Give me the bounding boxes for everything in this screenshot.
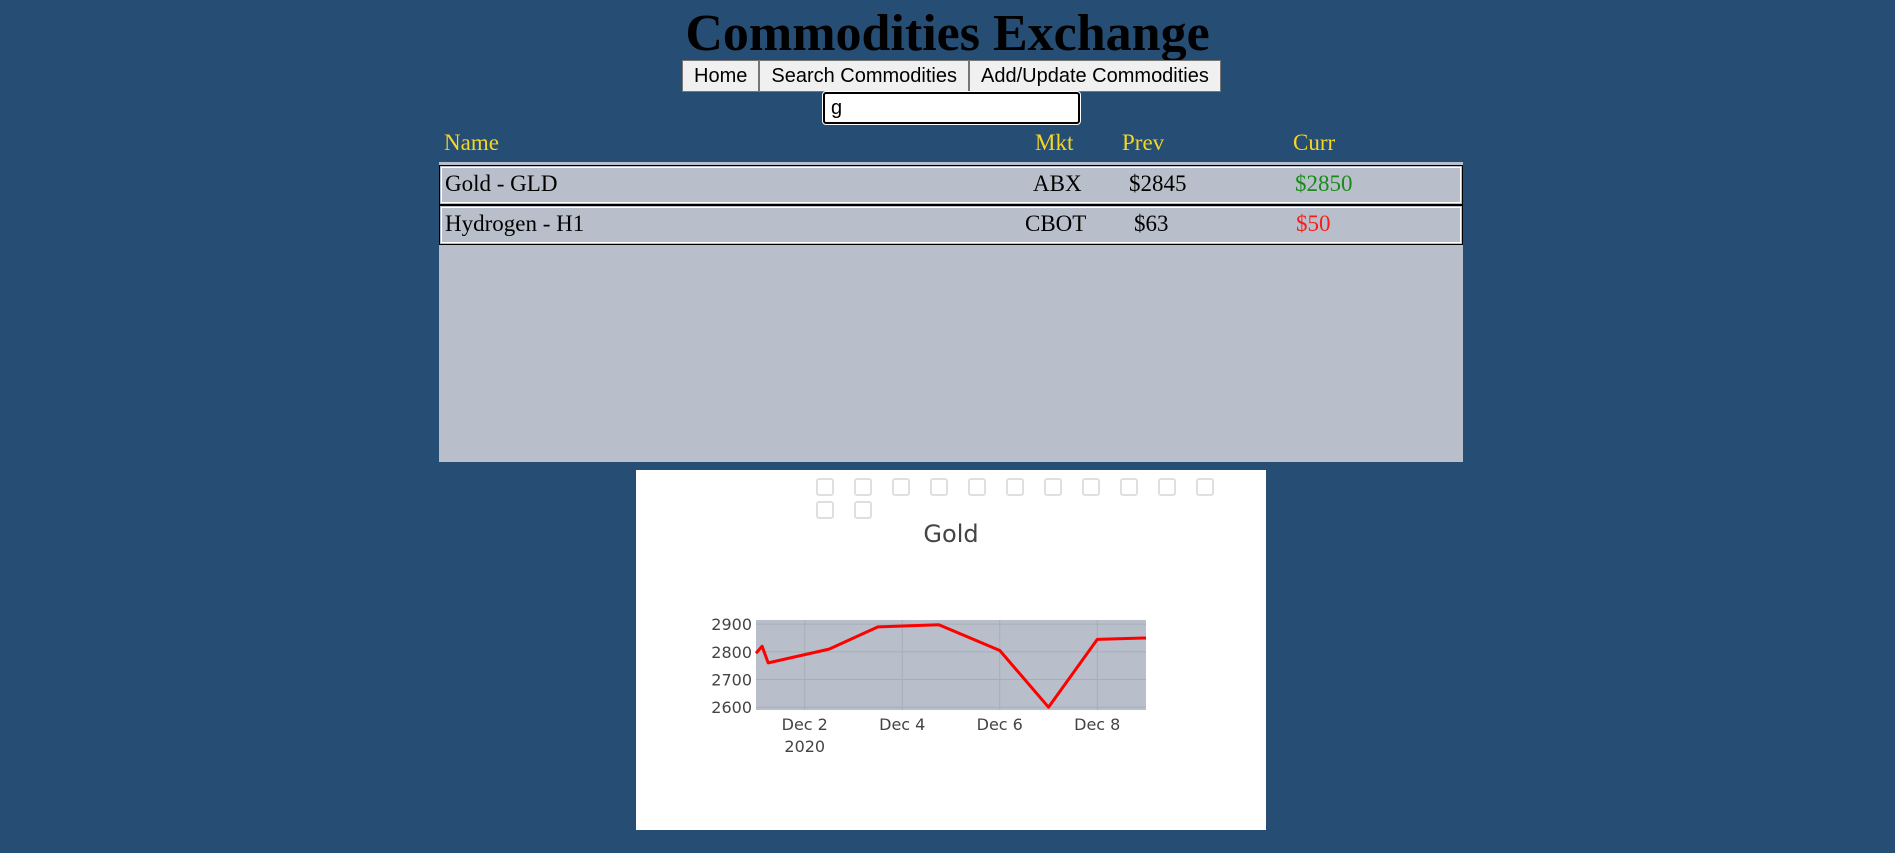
commodity-curr-price: $50 bbox=[1296, 211, 1331, 236]
commodity-name: Gold - GLD bbox=[445, 171, 558, 196]
y-tick-label: 2900 bbox=[711, 615, 752, 634]
table-row[interactable]: Hydrogen - H1 CBOT $63 $50 bbox=[439, 205, 1463, 245]
column-header-mkt: Mkt bbox=[1035, 130, 1074, 155]
table-row[interactable]: Gold - GLD ABX $2845 $2850 bbox=[439, 165, 1463, 205]
x-tick-label: Dec 2 bbox=[782, 715, 828, 734]
plot-area bbox=[756, 620, 1146, 710]
commodity-market: CBOT bbox=[1025, 211, 1087, 236]
column-header-curr: Curr bbox=[1293, 130, 1336, 155]
add-update-commodities-button[interactable]: Add/Update Commodities bbox=[968, 60, 1221, 92]
x-tick-sublabel: 2020 bbox=[784, 737, 825, 756]
search-commodities-button[interactable]: Search Commodities bbox=[759, 60, 969, 92]
y-tick-label: 2700 bbox=[711, 671, 752, 690]
y-tick-label: 2600 bbox=[711, 698, 752, 717]
commodity-name: Hydrogen - H1 bbox=[445, 211, 585, 236]
x-tick-label: Dec 8 bbox=[1074, 715, 1120, 734]
commodity-market: ABX bbox=[1033, 171, 1082, 196]
commodity-prev-price: $2845 bbox=[1129, 171, 1187, 196]
line-chart[interactable]: 2600 2700 2800 2900 Dec 2 2020 Dec 4 Dec 6 Dec 8 bbox=[636, 470, 1266, 830]
commodity-curr-price: $2850 bbox=[1295, 171, 1353, 196]
commodity-list: Gold - GLD ABX $2845 $2850 Hydrogen - H1… bbox=[439, 162, 1463, 462]
x-tick-label: Dec 4 bbox=[879, 715, 925, 734]
nav-bar: Home Search Commodities Add/Update Commo… bbox=[682, 60, 1221, 92]
commodity-prev-price: $63 bbox=[1134, 211, 1169, 236]
column-header-name: Name bbox=[444, 130, 499, 155]
column-header-prev: Prev bbox=[1122, 130, 1165, 155]
search-input[interactable] bbox=[822, 91, 1081, 125]
home-button[interactable]: Home bbox=[682, 60, 760, 92]
price-chart: Gold 2600 2700 2800 2900 Dec 2 2020 Dec 4 Dec 6… bbox=[636, 470, 1266, 830]
page-title: Commodities Exchange bbox=[685, 5, 1210, 62]
x-tick-label: Dec 6 bbox=[977, 715, 1023, 734]
y-tick-label: 2800 bbox=[711, 643, 752, 662]
